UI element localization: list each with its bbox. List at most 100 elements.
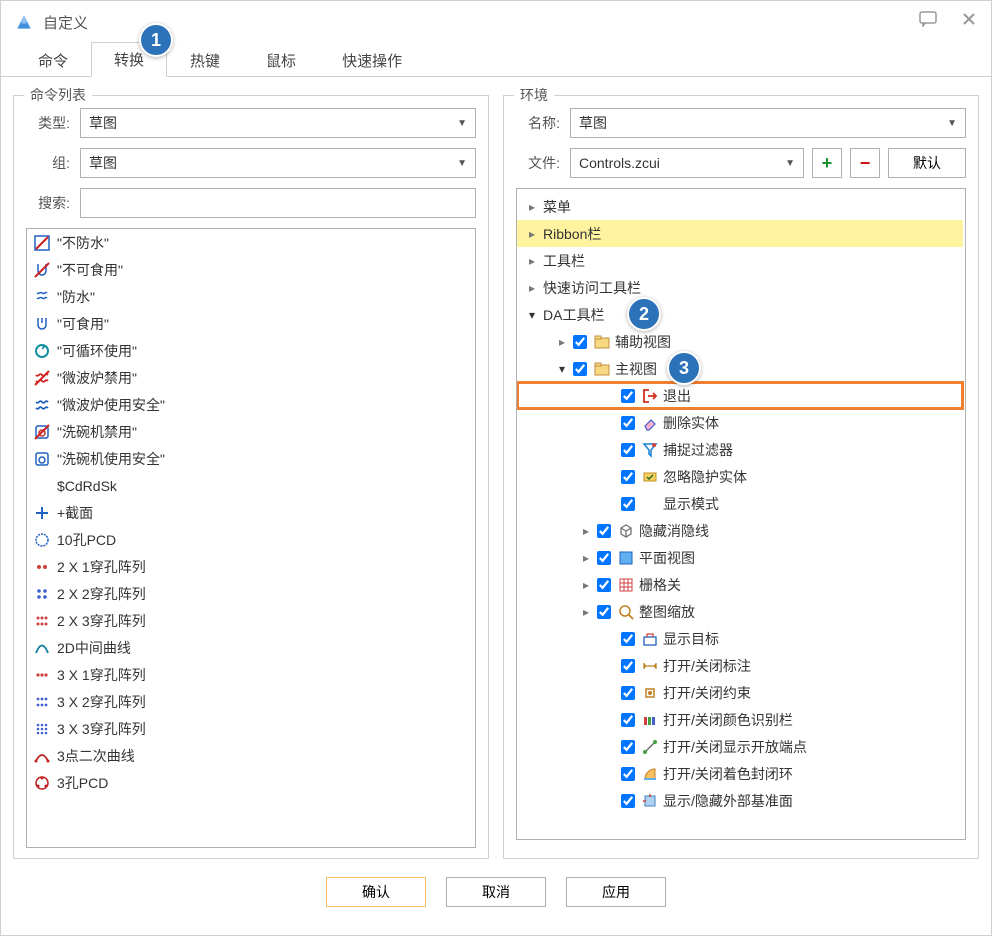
search-input[interactable] (80, 188, 476, 218)
tree-item[interactable]: 显示模式 (517, 490, 963, 517)
tree-checkbox[interactable] (621, 416, 635, 430)
chevron-right-icon[interactable]: ▸ (555, 335, 569, 349)
tab-hotkeys[interactable]: 热键 (167, 43, 243, 77)
list-item[interactable]: "微波炉禁用" (27, 364, 473, 391)
apply-button[interactable]: 应用 (566, 877, 666, 907)
tree-item[interactable]: ▾DA工具栏2 (517, 301, 963, 328)
tree-item[interactable]: 删除实体 (517, 409, 963, 436)
tree-checkbox[interactable] (597, 605, 611, 619)
tab-quickactions[interactable]: 快速操作 (319, 43, 425, 77)
cancel-button[interactable]: 取消 (446, 877, 546, 907)
list-item[interactable]: 3 X 3穿孔阵列 (27, 715, 473, 742)
tree-item[interactable]: 忽略隐护实体 (517, 463, 963, 490)
list-item-label: "不防水" (57, 233, 109, 253)
list-item[interactable]: "可循环使用" (27, 337, 473, 364)
list-item[interactable]: "不可食用" (27, 256, 473, 283)
list-item-label: 2 X 1穿孔阵列 (57, 557, 146, 577)
tree-checkbox[interactable] (621, 470, 635, 484)
list-item[interactable]: 2 X 1穿孔阵列 (27, 553, 473, 580)
list-item[interactable]: 3 X 1穿孔阵列 (27, 661, 473, 688)
tree-item[interactable]: 显示/隐藏外部基准面 (517, 787, 963, 814)
tree-checkbox[interactable] (621, 740, 635, 754)
file-select[interactable]: Controls.zcui▼ (570, 148, 804, 178)
list-item[interactable]: $CdRdSk (27, 472, 473, 499)
tree-item[interactable]: ▸快速访问工具栏 (517, 274, 963, 301)
tree-item[interactable]: 打开/关闭标注 (517, 652, 963, 679)
default-button[interactable]: 默认 (888, 148, 966, 178)
list-item[interactable]: "可食用" (27, 310, 473, 337)
tree-checkbox[interactable] (573, 362, 587, 376)
tree-checkbox[interactable] (621, 632, 635, 646)
tree-item[interactable]: ▸ 栅格关 (517, 571, 963, 598)
tree-item[interactable]: ▸整图缩放 (517, 598, 963, 625)
list-item[interactable]: "防水" (27, 283, 473, 310)
chevron-right-icon[interactable]: ▸ (525, 281, 539, 295)
datum-icon (641, 792, 659, 810)
tree-item[interactable]: ▸隐藏消隐线 (517, 517, 963, 544)
tree-checkbox[interactable] (621, 794, 635, 808)
tree-checkbox[interactable] (621, 389, 635, 403)
tree-checkbox[interactable] (621, 713, 635, 727)
tree-item[interactable]: 打开/关闭约束 (517, 679, 963, 706)
command-list[interactable]: "不防水" "不可食用""防水""可食用""可循环使用""微波炉禁用""微波炉使用… (26, 228, 476, 848)
dishwasher-safe-icon (33, 450, 51, 468)
chevron-right-icon[interactable]: ▸ (525, 254, 539, 268)
list-item[interactable]: 3点二次曲线 (27, 742, 473, 769)
tree-checkbox[interactable] (621, 497, 635, 511)
tree-item[interactable]: 打开/关闭着色封闭环 (517, 760, 963, 787)
list-item[interactable]: 2 X 2穿孔阵列 (27, 580, 473, 607)
ok-button[interactable]: 确认 (326, 877, 426, 907)
chevron-down-icon[interactable]: ▾ (555, 362, 569, 376)
tree-checkbox[interactable] (597, 524, 611, 538)
tree-item[interactable]: 显示目标 (517, 625, 963, 652)
tree-item[interactable]: 打开/关闭显示开放端点 (517, 733, 963, 760)
chevron-right-icon[interactable]: ▸ (579, 605, 593, 619)
tree-checkbox[interactable] (621, 686, 635, 700)
tab-mouse[interactable]: 鼠标 (243, 43, 319, 77)
tree-item[interactable]: ▸辅助视图 (517, 328, 963, 355)
tree-checkbox[interactable] (573, 335, 587, 349)
chevron-right-icon[interactable]: ▸ (579, 578, 593, 592)
tree-checkbox[interactable] (597, 578, 611, 592)
tree-item[interactable]: 退出 (517, 382, 963, 409)
tree-item-label: 删除实体 (663, 413, 719, 433)
close-icon[interactable] (961, 11, 977, 30)
environment-tree[interactable]: ▸菜单▸Ribbon栏▸工具栏▸快速访问工具栏▾DA工具栏2▸辅助视图▾主视图3… (516, 188, 966, 840)
chevron-right-icon[interactable]: ▸ (525, 227, 539, 241)
list-item[interactable]: 2D中间曲线 (27, 634, 473, 661)
list-item[interactable]: 3孔PCD (27, 769, 473, 796)
list-item[interactable]: 2 X 3穿孔阵列 (27, 607, 473, 634)
tree-checkbox[interactable] (621, 767, 635, 781)
chevron-down-icon[interactable]: ▾ (525, 308, 539, 322)
exit-icon (641, 387, 659, 405)
add-file-button[interactable]: + (812, 148, 842, 178)
tree-checkbox[interactable] (621, 443, 635, 457)
group-select[interactable]: 草图▼ (80, 148, 476, 178)
tree-checkbox[interactable] (597, 551, 611, 565)
list-item[interactable]: "洗碗机使用安全" (27, 445, 473, 472)
name-select[interactable]: 草图▼ (570, 108, 966, 138)
tree-item[interactable]: 捕捉过滤器 (517, 436, 963, 463)
feedback-icon[interactable] (919, 11, 937, 30)
tree-item[interactable]: ▸平面视图 (517, 544, 963, 571)
no-dishwasher-icon (33, 423, 51, 441)
remove-file-button[interactable]: − (850, 148, 880, 178)
list-item[interactable]: "洗碗机禁用" (27, 418, 473, 445)
list-item[interactable]: 3 X 2穿孔阵列 (27, 688, 473, 715)
tree-item[interactable]: ▾主视图3 (517, 355, 963, 382)
tree-item[interactable]: ▸菜单 (517, 193, 963, 220)
tab-commands[interactable]: 命令 (15, 43, 91, 77)
list-item[interactable]: "微波炉使用安全" (27, 391, 473, 418)
type-select[interactable]: 草图▼ (80, 108, 476, 138)
tree-item[interactable]: ▸Ribbon栏 (517, 220, 963, 247)
list-item[interactable]: 10孔PCD (27, 526, 473, 553)
chevron-right-icon[interactable]: ▸ (525, 200, 539, 214)
tree-item-label: 栅格关 (639, 575, 681, 595)
list-item[interactable]: +截面 (27, 499, 473, 526)
tree-item[interactable]: 打开/关闭颜色识别栏 (517, 706, 963, 733)
list-item[interactable]: "不防水" (27, 229, 473, 256)
chevron-right-icon[interactable]: ▸ (579, 524, 593, 538)
tree-item[interactable]: ▸工具栏 (517, 247, 963, 274)
chevron-right-icon[interactable]: ▸ (579, 551, 593, 565)
tree-checkbox[interactable] (621, 659, 635, 673)
